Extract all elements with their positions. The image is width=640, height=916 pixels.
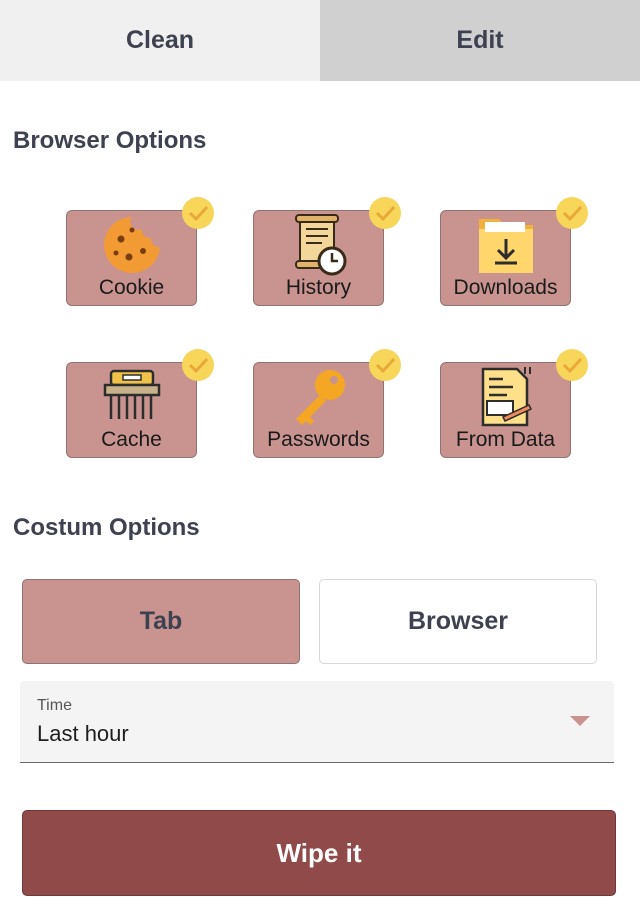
option-cache[interactable]: Cache — [66, 349, 214, 458]
option-label: Downloads — [453, 276, 558, 299]
option-label: Passwords — [267, 428, 370, 451]
checkmark-icon — [369, 349, 401, 381]
option-history[interactable]: History — [253, 197, 401, 306]
key-icon — [295, 370, 345, 425]
form-data-icon — [481, 367, 532, 427]
checkmark-icon — [369, 197, 401, 229]
option-form-data[interactable]: From Data — [440, 349, 588, 458]
cookie-icon — [103, 217, 160, 273]
option-passwords[interactable]: Passwords — [253, 349, 401, 458]
checkmark-icon — [556, 349, 588, 381]
tab-edit[interactable]: Edit — [320, 0, 640, 81]
option-label: From Data — [455, 428, 556, 451]
checkmark-icon — [556, 197, 588, 229]
cache-brush-icon — [103, 369, 160, 419]
custom-options-title: Costum Options — [13, 514, 200, 541]
time-select-value: Last hour — [37, 721, 129, 746]
checkmark-icon — [182, 349, 214, 381]
option-label: Cache — [101, 428, 162, 451]
browser-options-title: Browser Options — [13, 127, 207, 154]
option-cookie[interactable]: Cookie — [66, 197, 214, 306]
checkmark-icon — [182, 197, 214, 229]
scope-browser-button[interactable]: Browser — [319, 579, 597, 664]
wipe-button[interactable]: Wipe it — [22, 810, 616, 896]
option-label: Cookie — [98, 276, 165, 299]
top-tab-bar: Clean Edit — [0, 0, 640, 81]
tab-clean[interactable]: Clean — [0, 0, 320, 81]
history-scroll-icon — [294, 214, 346, 276]
time-select-label: Time — [37, 697, 72, 714]
time-select[interactable]: Time Last hour — [20, 681, 614, 763]
option-label: History — [285, 276, 352, 299]
scope-tab-button[interactable]: Tab — [22, 579, 300, 664]
option-downloads[interactable]: Downloads — [440, 197, 588, 306]
dropdown-arrow-icon — [570, 716, 590, 726]
downloads-folder-icon — [478, 219, 533, 273]
